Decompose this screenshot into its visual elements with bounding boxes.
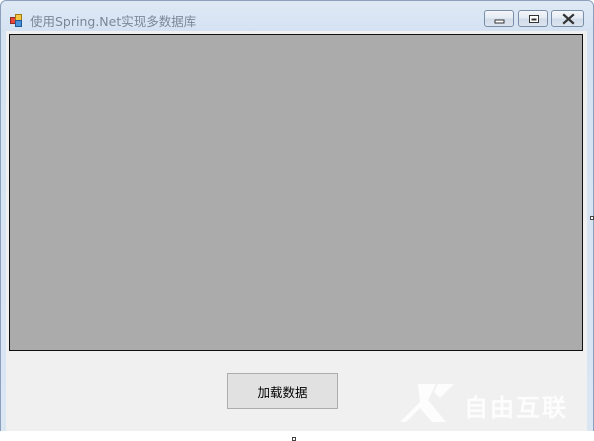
x-logo-icon bbox=[400, 384, 454, 422]
close-button[interactable] bbox=[551, 10, 584, 27]
app-form-icon[interactable] bbox=[10, 12, 23, 27]
close-icon bbox=[562, 13, 575, 25]
app-window: 使用Spring.Net实现多数据库 加载数据 自由互联 bbox=[0, 0, 594, 439]
watermark-text: 自由互联 bbox=[464, 394, 568, 422]
minimize-button[interactable] bbox=[484, 10, 514, 27]
form-client-area: 加载数据 自由互联 bbox=[6, 31, 587, 432]
title-bar[interactable]: 使用Spring.Net实现多数据库 bbox=[1, 1, 593, 31]
watermark: 自由互联 bbox=[398, 378, 588, 428]
resize-grip-bottom[interactable] bbox=[292, 437, 296, 441]
data-grid-view[interactable] bbox=[9, 34, 583, 351]
resize-grip-right[interactable] bbox=[590, 216, 594, 220]
load-data-button[interactable]: 加载数据 bbox=[227, 373, 338, 409]
window-bottom-edge bbox=[0, 431, 594, 441]
minimize-icon bbox=[494, 19, 505, 24]
maximize-icon bbox=[529, 15, 539, 23]
window-title: 使用Spring.Net实现多数据库 bbox=[30, 14, 197, 29]
maximize-button[interactable] bbox=[518, 10, 548, 27]
